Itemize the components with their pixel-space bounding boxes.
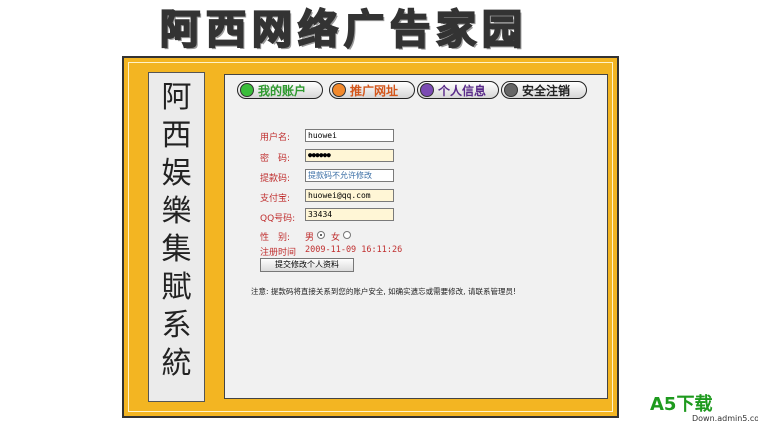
title-char: 络 [297, 6, 339, 54]
male-radio[interactable] [317, 231, 325, 239]
calligraphy-glyph: 娱 [161, 156, 192, 191]
username-label: 用户名: [260, 133, 291, 143]
calligraphy-text: 阿 西 娱 樂 集 賦 系 統 [149, 79, 204, 383]
calligraphy-glyph: 阿 [161, 80, 192, 115]
password-field[interactable]: ●●●●●● [305, 149, 394, 162]
title-char: 家 [435, 6, 477, 54]
password-label: 密 码: [260, 154, 291, 164]
calligraphy-glyph: 集 [161, 232, 192, 267]
withdraw-code-field: 提款码不允许修改 [305, 169, 394, 182]
side-calligraphy-panel: 阿 西 娱 樂 集 賦 系 統 [148, 72, 205, 402]
female-radio[interactable] [343, 231, 351, 239]
title-char: 阿 [159, 6, 201, 54]
username-field[interactable]: huowei [305, 129, 394, 142]
title-char: 西 [205, 6, 247, 54]
qq-label: QQ号码: [260, 214, 296, 224]
calligraphy-glyph: 樂 [161, 194, 192, 229]
green-dot-icon [240, 83, 254, 97]
tab-label: 推广网址 [350, 83, 399, 98]
male-label: 男 [305, 233, 315, 243]
alipay-label: 支付宝: [260, 194, 291, 204]
site-title-logo: 阿 西 网 络 广 告 家 园 [159, 4, 600, 56]
alipay-field[interactable]: huowei@qq.com [305, 189, 394, 202]
calligraphy-glyph: 賦 [161, 270, 192, 305]
watermark-url: Down.admin5.com [692, 414, 758, 423]
title-char: 园 [481, 6, 523, 54]
calligraphy-glyph: 西 [161, 118, 192, 153]
tab-label: 安全注销 [522, 83, 571, 98]
qq-field[interactable]: 33434 [305, 208, 394, 221]
title-char: 网 [251, 6, 293, 54]
regtime-value: 2009-11-09 16:11:26 [305, 245, 403, 255]
title-char: 广 [343, 6, 385, 54]
submit-profile-button[interactable]: 提交修改个人资料 [260, 258, 354, 272]
withdraw-code-label: 提款码: [260, 174, 291, 184]
gender-label: 性 别: [260, 233, 291, 243]
title-char: 告 [389, 6, 431, 54]
female-label: 女 [331, 233, 341, 243]
tab-personal-info[interactable]: 个人信息 [417, 81, 499, 99]
gray-dot-icon [504, 83, 518, 97]
notice-text: 注意: 提款码将直接关系到您的账户安全, 如确实遗忘或需要修改, 请联系管理员! [251, 287, 516, 296]
calligraphy-glyph: 統 [161, 346, 192, 381]
calligraphy-glyph: 系 [161, 308, 192, 343]
tab-label: 个人信息 [438, 83, 487, 98]
regtime-label: 注册时间 [260, 248, 297, 258]
tab-secure-logout[interactable]: 安全注销 [501, 81, 587, 99]
tab-label: 我的账户 [258, 83, 307, 98]
tab-my-account[interactable]: 我的账户 [237, 81, 323, 99]
tab-promo-url[interactable]: 推广网址 [329, 81, 415, 99]
orange-dot-icon [332, 83, 346, 97]
watermark-logo: A5下载 [650, 394, 713, 415]
purple-dot-icon [420, 83, 434, 97]
